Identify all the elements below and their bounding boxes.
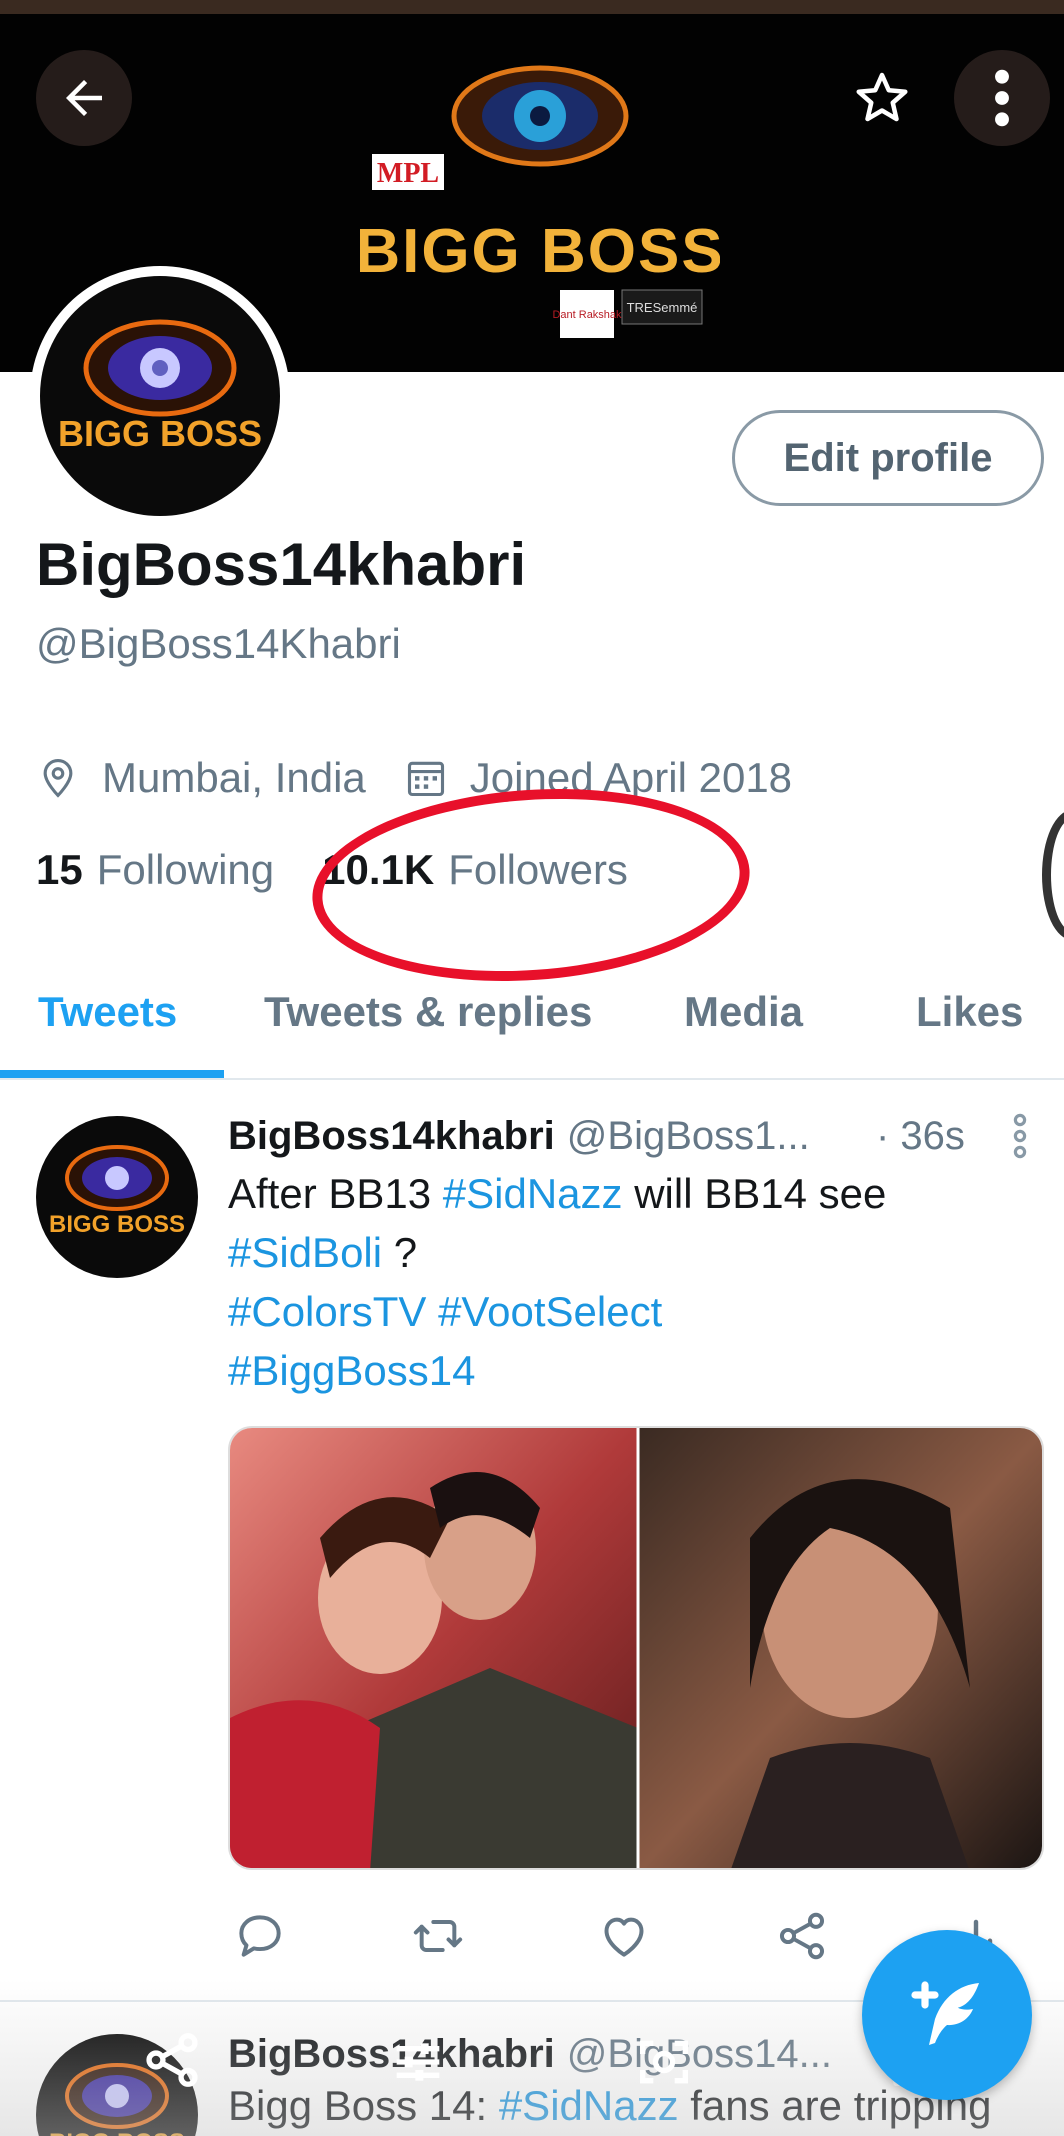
profile-name: BigBoss14khabri [36, 531, 527, 598]
svg-text:MPL: MPL [377, 158, 439, 189]
tweet-photo [230, 1428, 1042, 1868]
tweet-line-2: #SidBoli ? [228, 1229, 418, 1276]
hashtag-link[interactable]: #ColorsTV [228, 1288, 426, 1335]
tweet-author-name[interactable]: BigBoss14khabri [228, 1114, 555, 1159]
profile-handle: @BigBoss14Khabri [36, 620, 401, 667]
tweet-media-image[interactable] [228, 1426, 1044, 1870]
more-vertical-icon [995, 69, 1009, 127]
red-circle-annotation [305, 774, 757, 996]
svg-text:BIGG BOSS: BIGG BOSS [360, 217, 720, 286]
following-label[interactable]: Following [97, 846, 274, 894]
like-heart-icon[interactable] [596, 1908, 652, 1964]
bigg-boss-avatar-logo: BIGG BOSS [58, 319, 262, 454]
svg-text:BIGG BOSS: BIGG BOSS [49, 1211, 185, 1238]
tweet-time: · 36s [876, 1113, 965, 1158]
hashtag-link[interactable]: #VootSelect [438, 1288, 662, 1335]
svg-text:BIGG BOSS: BIGG BOSS [58, 413, 262, 454]
edit-profile-button[interactable]: Edit profile [732, 410, 1044, 506]
profile-location: Mumbai, India [102, 754, 366, 801]
hashtag-link[interactable]: #SidBoli [228, 1229, 382, 1276]
tab-media[interactable]: Media [684, 988, 803, 1036]
edge-handle [1042, 810, 1064, 940]
calendar-icon [407, 761, 444, 797]
profile-tabs: Tweets Tweets & replies Media Likes [0, 970, 1064, 1080]
tweet-line-1: After BB13 #SidNazz will BB14 see [228, 1170, 887, 1217]
svg-text:Dant Rakshak: Dant Rakshak [552, 309, 622, 321]
tweet-text: After BB13 #SidNazz will BB14 see #SidBo… [228, 1164, 1048, 1400]
profile-avatar[interactable]: BIGG BOSS [30, 266, 290, 526]
tweet-header: BigBoss14khabri @BigBoss14... [228, 2024, 832, 2084]
star-button[interactable] [846, 62, 918, 134]
tweet-author-handle[interactable]: @BigBoss1... [567, 1114, 810, 1159]
back-button[interactable] [36, 50, 132, 146]
tweet-author-handle[interactable]: @BigBoss14... [567, 2032, 832, 2077]
svg-text:BIGG BOSS: BIGG BOSS [49, 2129, 185, 2136]
tab-likes[interactable]: Likes [916, 988, 1023, 1036]
active-tab-indicator [0, 1070, 224, 1078]
retweet-icon[interactable] [410, 1908, 466, 1964]
hashtag-link[interactable]: #SidNazz [443, 1170, 623, 1217]
top-strip [0, 0, 1064, 14]
reply-icon[interactable] [232, 1908, 288, 1964]
svg-text:TRESemmé: TRESemmé [627, 300, 698, 315]
share-icon[interactable] [774, 1908, 830, 1964]
more-options-button[interactable] [954, 50, 1050, 146]
arrow-left-icon [66, 80, 102, 116]
location-pin-icon [43, 759, 73, 798]
tweet-line-4: #BiggBoss14 [228, 1341, 1048, 1400]
hashtag-link[interactable]: #BiggBoss14 [228, 1347, 476, 1394]
bigg-boss-banner-logo: MPL BIGG BOSS Dant Rakshak TRESemmé [360, 65, 720, 338]
compose-tweet-button[interactable] [862, 1930, 1032, 2100]
bigg-boss-avatar-logo: BIGG BOSS [49, 1145, 185, 1238]
adjust-sliders-icon[interactable] [386, 2030, 450, 2094]
tweet-menu-icon[interactable] [1010, 1112, 1030, 1160]
following-count[interactable]: 15 [36, 846, 83, 894]
share-icon[interactable] [140, 2028, 204, 2092]
tweet-line-3: #ColorsTV #VootSelect [228, 1282, 1048, 1341]
star-icon [856, 72, 908, 122]
tweet-avatar[interactable]: BIGG BOSS [36, 1116, 198, 1278]
tab-tweets-replies[interactable]: Tweets & replies [264, 988, 592, 1036]
lens-scan-icon[interactable] [632, 2030, 696, 2094]
profile-meta: Mumbai, India Joined April 2018 [36, 752, 792, 804]
compose-feather-icon [911, 1981, 979, 2045]
tweet-header: BigBoss14khabri @BigBoss1... [228, 1108, 810, 1164]
tab-tweets[interactable]: Tweets [38, 988, 177, 1036]
